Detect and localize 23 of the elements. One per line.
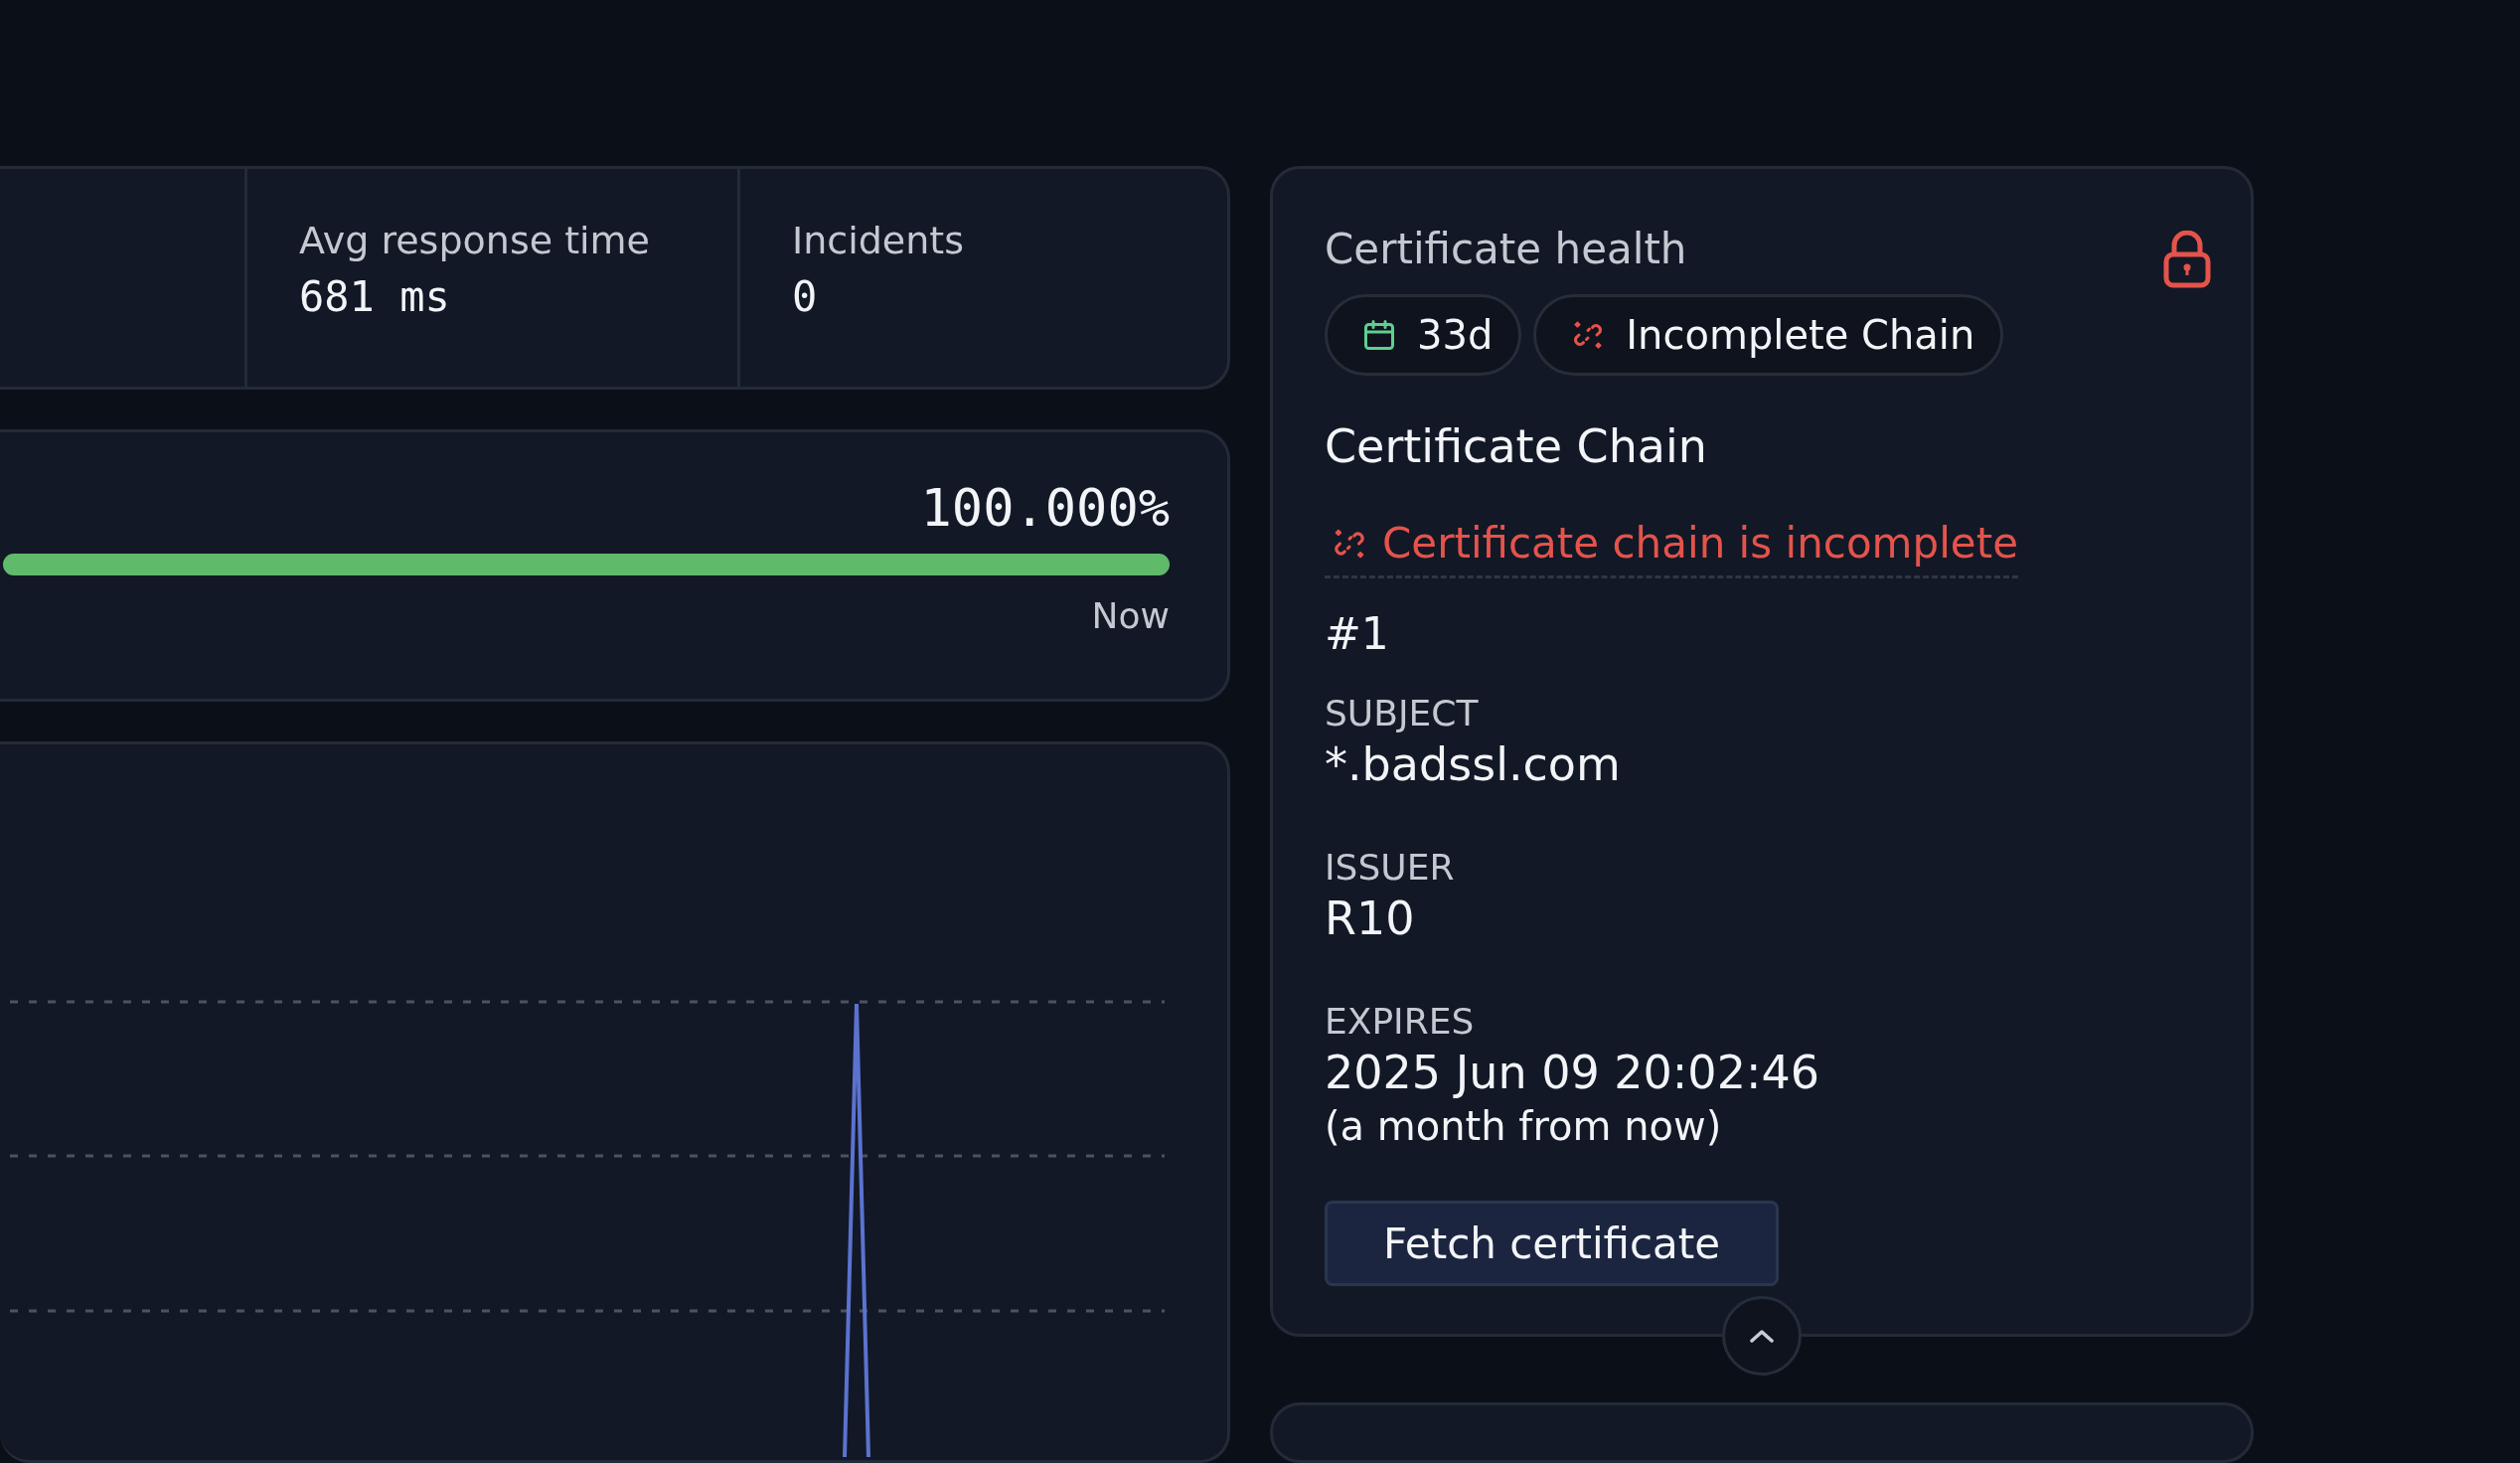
stat-value: 0	[792, 272, 819, 321]
card-title: Certificate health	[1325, 225, 1687, 273]
field-label: ISSUER	[1325, 847, 1455, 888]
status-pill: 33d	[1325, 294, 1522, 376]
stat-label: Incidents	[792, 219, 965, 262]
field-label: EXPIRES	[1325, 1001, 1476, 1042]
stat-value: 681 ms	[299, 272, 451, 321]
field-value: 2025 Jun 09 20:02:46	[1325, 1046, 1819, 1099]
section-heading: Certificate Chain	[1325, 419, 1707, 473]
stat-label: Avg response time	[299, 219, 651, 262]
chevron-up-icon	[1749, 1328, 1775, 1344]
fetch-button[interactable]: Fetch certificate	[1325, 1201, 1780, 1286]
calendar-icon	[1361, 317, 1397, 353]
field-value: *.badssl.com	[1325, 737, 1621, 791]
entry-number: #1	[1325, 608, 1389, 659]
field-note: (a month from now)	[1325, 1103, 1723, 1149]
lock-icon	[2163, 231, 2211, 288]
status-pill: Incomplete Chain	[1533, 294, 2004, 376]
time-label: Now	[1091, 594, 1170, 636]
uptime-percent: 100.000%	[920, 477, 1170, 538]
field-value: R10	[1325, 892, 1416, 945]
field-label: SUBJECT	[1325, 693, 1480, 733]
warning-text: Certificate chain is incomplete	[1382, 519, 2018, 568]
